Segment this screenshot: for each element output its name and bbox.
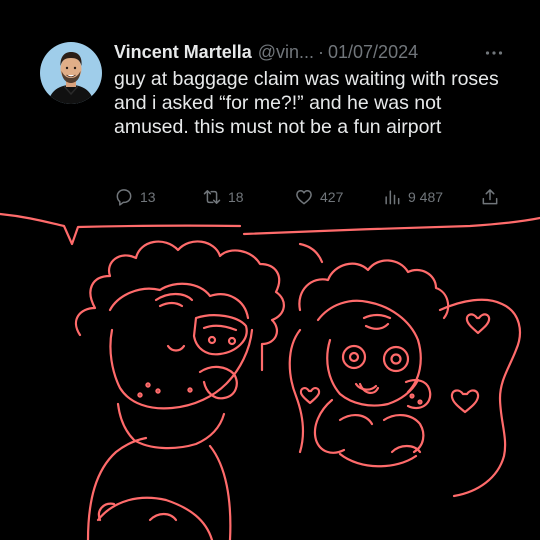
- character-left: [74, 240, 285, 540]
- tweet-card: Vincent Martella @vin... · 01/07/2024 gu…: [0, 0, 540, 215]
- author-name[interactable]: Vincent Martella: [114, 42, 252, 63]
- more-horizontal-icon: [485, 51, 503, 55]
- separator-dot: ·: [318, 41, 325, 62]
- avatar[interactable]: [40, 42, 102, 104]
- tweet-date[interactable]: 01/07/2024: [328, 42, 418, 63]
- doodle-heart-right: [465, 313, 491, 335]
- avatar-image: [40, 42, 102, 104]
- speech-bubble-tail-left: [0, 212, 242, 246]
- character-right: [288, 242, 521, 498]
- doodle-heart-left: [299, 387, 321, 405]
- tweet-text: guy at baggage claim was waiting with ro…: [114, 68, 499, 138]
- doodle-heart-lower: [450, 389, 480, 414]
- more-button[interactable]: [482, 41, 506, 63]
- speech-bubble-line-right: [242, 216, 540, 236]
- author-handle[interactable]: @vin...: [258, 42, 314, 63]
- fan-art-drawing: [0, 212, 540, 540]
- tweet-header: Vincent Martella @vin... · 01/07/2024: [114, 41, 514, 63]
